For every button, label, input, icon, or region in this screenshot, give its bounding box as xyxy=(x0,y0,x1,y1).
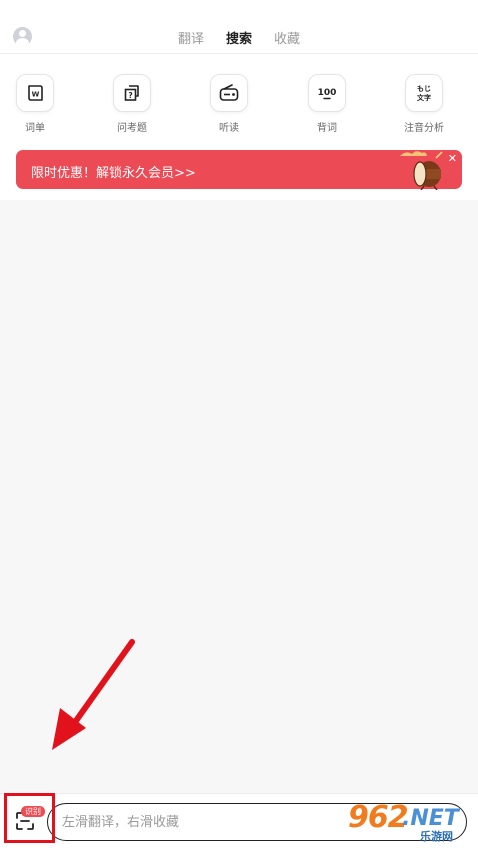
header: 翻译 搜索 收藏 xyxy=(0,0,478,54)
scan-badge: 识别 xyxy=(21,806,45,817)
quick-label-listen-read: 听读 xyxy=(219,123,239,134)
quick-actions: W 词单 ? 问考题 听读 100 背词 もじ 文字 注音分析 xyxy=(0,74,478,134)
word-list-icon: W xyxy=(16,74,54,112)
furigana-icon-bottom: 文字 xyxy=(417,93,431,102)
quick-label-memorize: 背词 xyxy=(317,123,337,134)
furigana-icon-top: もじ xyxy=(417,85,431,93)
100-icon-text: 100 xyxy=(318,88,337,98)
tab-favorites[interactable]: 收藏 xyxy=(274,28,300,47)
svg-text:?: ? xyxy=(128,91,132,100)
quick-item-listen-read[interactable]: 听读 xyxy=(194,74,264,134)
annotation-arrow xyxy=(52,639,135,750)
furigana-icon: もじ 文字 xyxy=(405,74,443,112)
svg-text:W: W xyxy=(32,91,40,99)
tab-search[interactable]: 搜索 xyxy=(226,28,252,47)
quick-item-word-list[interactable]: W 词单 xyxy=(0,74,70,134)
exam-question-icon: ? xyxy=(113,74,151,112)
search-bar[interactable] xyxy=(47,803,467,841)
tab-bar: 翻译 搜索 收藏 xyxy=(0,28,478,47)
quick-label-furigana: 注音分析 xyxy=(404,123,444,134)
vip-promo-banner[interactable]: 限时优惠！解锁永久会员>> ✕ xyxy=(16,150,462,190)
tab-translate[interactable]: 翻译 xyxy=(178,28,204,47)
banner-text: 限时优惠！解锁永久会员>> xyxy=(31,166,196,181)
100-icon: 100 xyxy=(308,74,346,112)
search-input[interactable] xyxy=(62,812,362,832)
quick-item-memorize[interactable]: 100 背词 xyxy=(292,74,362,134)
radio-icon xyxy=(210,74,248,112)
quick-label-word-list: 词单 xyxy=(25,123,45,134)
quick-item-furigana[interactable]: もじ 文字 注音分析 xyxy=(389,74,459,134)
quick-item-exam-question[interactable]: ? 问考题 xyxy=(97,74,167,134)
banner-close-icon[interactable]: ✕ xyxy=(448,153,457,164)
quick-label-exam-question: 问考题 xyxy=(117,123,147,134)
